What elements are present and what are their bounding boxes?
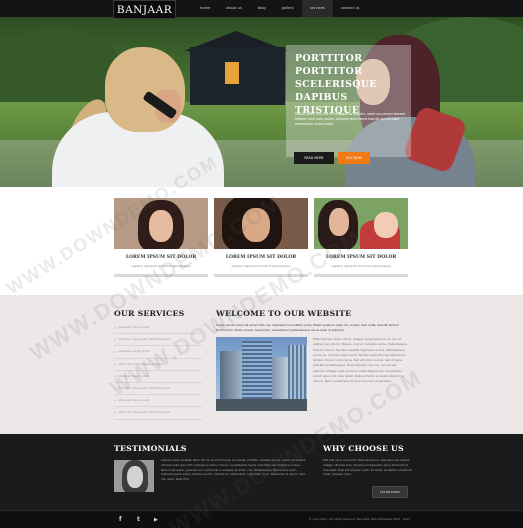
- services-list-item[interactable]: ridiculus maecenas nibh bibendum: [114, 383, 202, 396]
- welcome-body-text: Etiam tempor libero dui et. Integer nequ…: [313, 337, 407, 384]
- nav-item-contact-us[interactable]: contact us: [333, 0, 368, 17]
- feature-card[interactable]: LOREM IPSUM SIT DOLOR dapibus dignissim …: [214, 198, 308, 278]
- hero-description: Donec lorem non est id nisl dapibus lobo…: [295, 112, 406, 126]
- card-divider: [314, 274, 408, 277]
- testimonial-avatar: [114, 460, 154, 492]
- nav-item-blog[interactable]: blog: [250, 0, 274, 17]
- services-list-item[interactable]: penatibus eget lorem: [114, 346, 202, 359]
- avatar-face: [127, 466, 143, 488]
- bottom-bar: f t ▶ © Copyright - All rights reserved.…: [0, 510, 523, 528]
- hero-banner: PORTTITOR PORTTITOR SCELERISQUE DAPIBUS …: [0, 17, 523, 187]
- services-list-item[interactable]: placerat risus in erat: [114, 395, 202, 408]
- hero-read-more-button[interactable]: READ MORE: [294, 152, 334, 164]
- copyright-text: © Copyright - All rights reserved. Templ…: [308, 517, 410, 521]
- hero-buy-now-button[interactable]: BUY NOW: [338, 152, 370, 164]
- services-list-item[interactable]: ridiculus maecenas nibh bibendum: [114, 334, 202, 347]
- card-title: LOREM IPSUM SIT DOLOR: [325, 255, 397, 260]
- youtube-icon[interactable]: ▶: [154, 515, 158, 525]
- card-subtitle: dapibus dignissim dictumst pellentesque: [131, 264, 191, 268]
- card-photo: [114, 198, 208, 249]
- welcome-intro-text: Lorem ipsum dolor sit amet nibh nec dign…: [216, 323, 400, 332]
- building-street: [216, 399, 307, 411]
- card-divider: [214, 274, 308, 277]
- services-list-item[interactable]: vehicula ornare dapibus libero: [114, 359, 202, 371]
- card-title: LOREM IPSUM SIT DOLOR: [125, 255, 197, 260]
- nav-item-services[interactable]: services: [301, 0, 333, 17]
- twitter-icon[interactable]: t: [137, 515, 140, 525]
- card-divider: [114, 274, 208, 277]
- feature-cards: LOREM IPSUM SIT DOLOR dapibus dignissim …: [0, 187, 523, 295]
- nav-item-gallery[interactable]: gallery: [274, 0, 302, 17]
- card-photo-face: [242, 208, 270, 242]
- services-list: placerat risus in erat ridiculus maecena…: [114, 322, 202, 420]
- facebook-icon[interactable]: f: [119, 515, 122, 525]
- card-title: LOREM IPSUM SIT DOLOR: [225, 255, 297, 260]
- card-photo-baby-face: [374, 212, 398, 238]
- card-photo: [214, 198, 308, 249]
- content-section: OUR SERVICES placerat risus in erat ridi…: [0, 295, 523, 434]
- hero-headline: PORTTITOR PORTTITOR SCELERISQUE DAPIBUS …: [295, 53, 377, 116]
- site-logo[interactable]: BANJAAR: [113, 0, 176, 19]
- main-nav: home about us blog gallery services cont…: [188, 0, 367, 17]
- card-subtitle: dapibus dignissim dictumst pellentesque: [331, 264, 391, 268]
- services-list-item[interactable]: vehicula maecenas nibh bibendum: [114, 407, 202, 420]
- testimonial-quote: Aliquam erat volutpat. Nam dui mi, tinci…: [161, 458, 306, 482]
- nav-item-about-us[interactable]: about us: [218, 0, 250, 17]
- nav-item-home[interactable]: home: [188, 0, 218, 17]
- card-photo: [314, 198, 408, 249]
- why-choose-heading: WHY CHOOSE US: [323, 444, 404, 453]
- hero-house-window: [225, 62, 239, 84]
- feature-card[interactable]: LOREM IPSUM SIT DOLOR dapibus dignissim …: [114, 198, 208, 278]
- services-heading: OUR SERVICES: [114, 309, 185, 318]
- welcome-heading: WELCOME TO OUR WEBSITE: [216, 309, 352, 318]
- footer-section: TESTIMONIALS Aliquam erat volutpat. Nam …: [0, 434, 523, 510]
- welcome-building-image: [216, 337, 307, 411]
- feature-card[interactable]: LOREM IPSUM SIT DOLOR dapibus dignissim …: [314, 198, 408, 278]
- card-photo-face: [329, 208, 349, 236]
- why-choose-text: Sed nisl risus, tincidunt vitae ultricie…: [323, 458, 412, 477]
- card-photo-face: [149, 210, 173, 242]
- services-list-item[interactable]: placerat risus in erat: [114, 371, 202, 383]
- card-subtitle: dapibus dignissim dictumst pellentesque: [231, 264, 291, 268]
- testimonials-heading: TESTIMONIALS: [114, 444, 187, 453]
- services-list-item[interactable]: placerat risus in erat: [114, 322, 202, 335]
- top-navigation-bar: BANJAAR home about us blog gallery servi…: [0, 0, 523, 19]
- learn-more-button[interactable]: LEARN MORE: [372, 486, 408, 498]
